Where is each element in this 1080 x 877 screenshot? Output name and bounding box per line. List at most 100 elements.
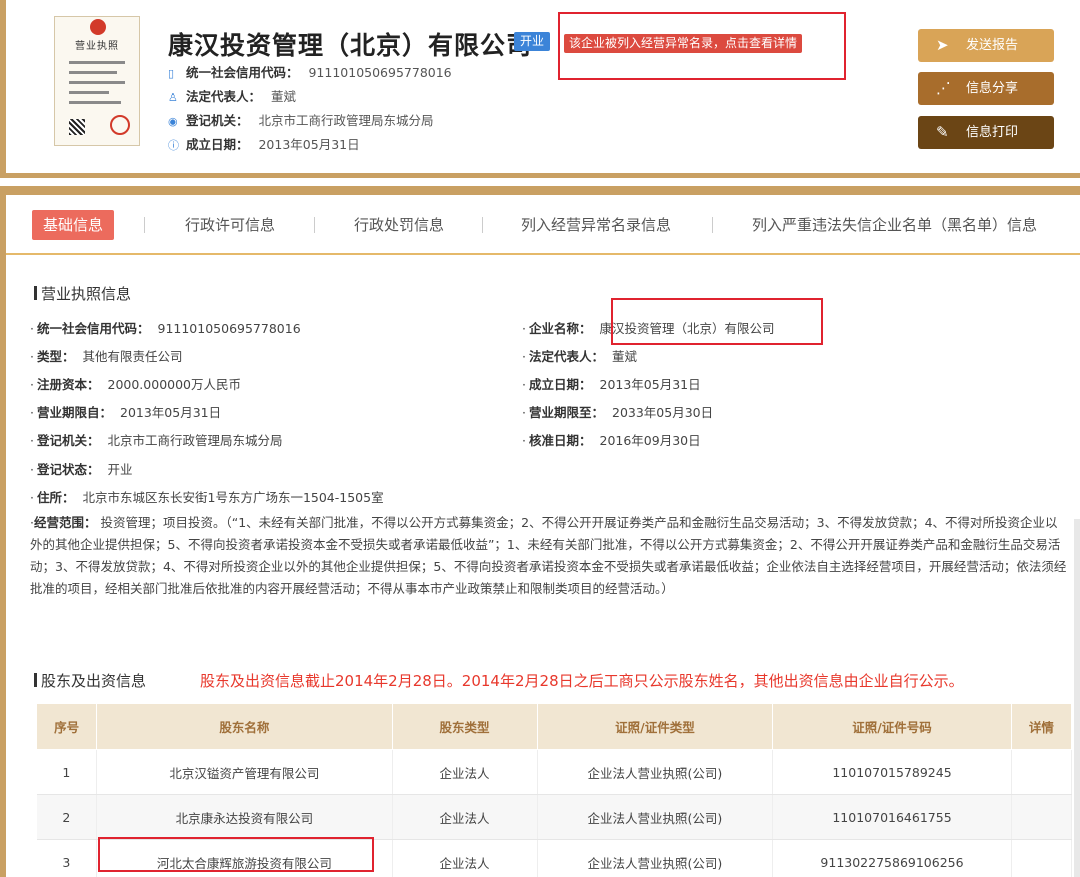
credit-code-value: 911101050695778016 <box>308 65 452 80</box>
person-icon: ♙ <box>168 91 178 104</box>
cell-type: 企业法人 <box>392 794 538 840</box>
tab-blacklist[interactable]: 列入严重违法失信企业名单（黑名单）信息 <box>752 210 1037 240</box>
field-value: 2033年05月30日 <box>612 405 714 420</box>
field-established: · 成立日期： 2013年05月31日 <box>522 377 701 392</box>
reg-authority-value: 北京市工商行政管理局东城分局 <box>258 113 434 128</box>
id-card-icon: ▯ <box>168 67 175 80</box>
column-header: 股东名称 <box>96 703 393 750</box>
shareholder-highlight <box>98 837 374 872</box>
field-label: 登记机关： <box>36 433 100 448</box>
field-label: 经营范围： <box>33 515 97 530</box>
send-report-label: 发送报告 <box>966 38 1019 53</box>
license-text-line <box>69 71 117 74</box>
field-credit-code: · 统一社会信用代码： 911101050695778016 <box>30 321 301 336</box>
established-row: ⓘ 成立日期： 2013年05月31日 <box>168 134 360 153</box>
send-report-button[interactable]: ➤ 发送报告 <box>918 29 1054 62</box>
field-capital: · 注册资本： 2000.000000万人民币 <box>30 377 242 392</box>
field-value: 北京市工商行政管理局东城分局 <box>107 433 283 448</box>
field-label: 注册资本： <box>36 377 100 392</box>
company-header-card: 营业执照 康汉投资管理（北京）有限公司 开业 该企业被列入经营异常名录，点击查看… <box>0 0 1080 178</box>
cell-detail[interactable] <box>1011 839 1073 877</box>
legal-rep-value: 董斌 <box>270 89 296 104</box>
table-header-row: 序号 股东名称 股东类型 证照/证件类型 证照/证件号码 详情 <box>35 703 1073 750</box>
established-value: 2013年05月31日 <box>258 137 360 152</box>
business-license-thumbnail[interactable]: 营业执照 <box>54 16 140 146</box>
license-section-title: 营业执照信息 <box>34 283 131 304</box>
field-value: 2000.000000万人民币 <box>107 377 242 392</box>
field-label: 核准日期： <box>528 433 592 448</box>
field-label: 成立日期： <box>528 377 592 392</box>
info-tabs: 基础信息 行政许可信息 行政处罚信息 列入经营异常名录信息 列入严重违法失信企业… <box>6 195 1080 255</box>
column-header: 证照/证件类型 <box>536 703 774 750</box>
column-header: 序号 <box>35 703 98 750</box>
tab-divider <box>482 217 483 233</box>
cell-id-no: 110107016461755 <box>772 794 1012 840</box>
cell-id-no: 911302275869106256 <box>772 839 1012 877</box>
field-legal-rep: · 法定代表人： 董斌 <box>522 349 638 364</box>
company-name-highlight <box>611 298 823 345</box>
pencil-icon: ✎ <box>936 123 949 141</box>
cell-no: 2 <box>36 794 98 840</box>
legal-rep-row: ♙ 法定代表人： 董斌 <box>168 86 296 105</box>
field-label: 类型： <box>36 349 75 364</box>
credit-code-row: ▯ 统一社会信用代码： 911101050695778016 <box>168 62 452 81</box>
shareholder-section-title: 股东及出资信息 <box>34 670 146 691</box>
tab-basic-info[interactable]: 基础信息 <box>32 210 115 240</box>
field-approved: · 核准日期： 2016年09月30日 <box>522 433 701 448</box>
shareholder-note: 股东及出资信息截止2014年2月28日。2014年2月28日之后工商只公示股东姓… <box>200 672 964 690</box>
reg-authority-row: ◉ 登记机关： 北京市工商行政管理局东城分局 <box>168 110 434 129</box>
tab-divider <box>314 217 315 233</box>
vertical-scrollbar[interactable] <box>1074 519 1080 877</box>
cell-name: 北京汉镒资产管理有限公司 <box>96 749 393 795</box>
field-value: 2013年05月31日 <box>599 377 701 392</box>
cell-type: 企业法人 <box>392 749 538 795</box>
column-header: 详情 <box>1010 703 1073 750</box>
field-reg-status: · 登记状态： 开业 <box>30 462 133 477</box>
cell-detail[interactable] <box>1011 749 1073 795</box>
cell-id-type: 企业法人营业执照(公司) <box>537 794 774 840</box>
field-term-to: · 营业期限至： 2033年05月30日 <box>522 405 714 420</box>
column-header: 股东类型 <box>391 703 538 750</box>
license-text-line <box>69 91 109 94</box>
cell-detail[interactable] <box>1011 794 1073 840</box>
field-label: 住所： <box>36 490 75 505</box>
license-text-line <box>69 101 121 104</box>
field-address: · 住所： 北京市东城区东长安街1号东方广场东一1504-1505室 <box>30 490 384 505</box>
field-term-from: · 营业期限自： 2013年05月31日 <box>30 405 222 420</box>
official-seal-icon <box>110 115 130 135</box>
location-pin-icon: ◉ <box>168 115 178 128</box>
license-text-line <box>69 61 125 64</box>
cell-id-type: 企业法人营业执照(公司) <box>537 839 774 877</box>
cell-no: 3 <box>36 839 98 877</box>
field-value: 2016年09月30日 <box>599 433 701 448</box>
license-text-line <box>69 81 125 84</box>
cell-id-type: 企业法人营业执照(公司) <box>537 749 774 795</box>
field-business-scope: ·经营范围： 投资管理；项目投资。（“1、未经有关部门批准，不得以公开方式募集资… <box>30 515 1067 596</box>
print-info-button[interactable]: ✎ 信息打印 <box>918 116 1054 149</box>
field-value: 911101050695778016 <box>157 321 301 336</box>
cell-no: 1 <box>36 749 98 795</box>
license-thumb-title: 营业执照 <box>75 41 119 52</box>
status-badge: 开业 <box>514 32 551 51</box>
abnormal-list-alert-link[interactable]: 该企业被列入经营异常名录，点击查看详情 <box>564 34 803 53</box>
cell-type: 企业法人 <box>392 839 538 877</box>
info-icon: ⓘ <box>168 139 179 152</box>
tab-abnormal-list[interactable]: 列入经营异常名录信息 <box>521 210 671 240</box>
cell-id-no: 110107015789245 <box>772 749 1012 795</box>
tab-admin-penalty[interactable]: 行政处罚信息 <box>354 210 444 240</box>
tab-divider <box>144 217 145 233</box>
field-authority: · 登记机关： 北京市工商行政管理局东城分局 <box>30 433 283 448</box>
field-value: 2013年05月31日 <box>120 405 222 420</box>
tab-divider <box>712 217 713 233</box>
paper-plane-icon: ➤ <box>936 36 949 54</box>
tab-admin-license[interactable]: 行政许可信息 <box>185 210 275 240</box>
field-label: 统一社会信用代码： <box>36 321 150 336</box>
field-value: 董斌 <box>612 349 638 364</box>
share-info-button[interactable]: ⋰ 信息分享 <box>918 72 1054 105</box>
reg-authority-label: 登记机关： <box>185 113 249 128</box>
field-label: 营业期限自： <box>36 405 112 420</box>
field-value: 开业 <box>107 462 133 477</box>
field-type: · 类型： 其他有限责任公司 <box>30 349 183 364</box>
field-label: 法定代表人： <box>528 349 604 364</box>
table-row: 1 北京汉镒资产管理有限公司 企业法人 企业法人营业执照(公司) 1101070… <box>36 749 1073 795</box>
